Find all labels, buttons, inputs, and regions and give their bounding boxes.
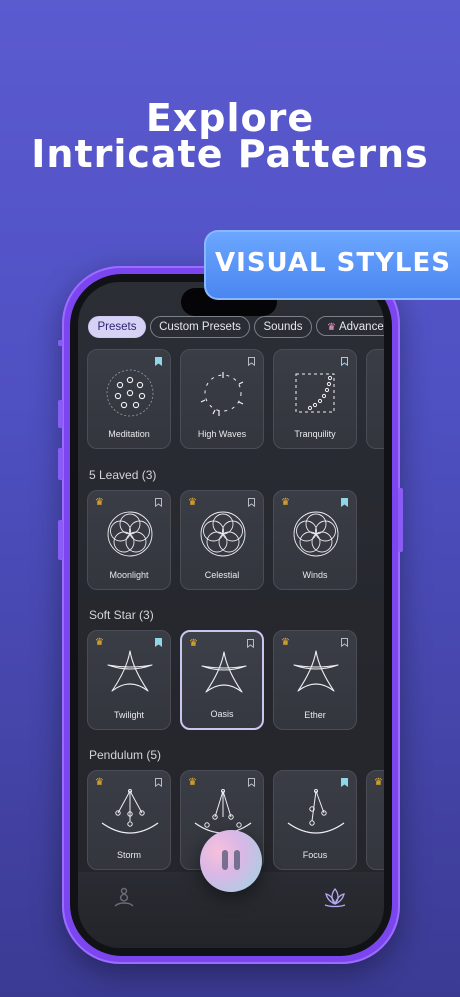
tab-bar: Presets Custom Presets Sounds ♛ Advance [86, 316, 384, 338]
card-label: Focus [302, 850, 328, 860]
bookmark-outline-icon[interactable] [341, 638, 348, 647]
headline-line-2: Intricate Patterns [31, 132, 429, 176]
star-icon [201, 651, 247, 693]
power-button [398, 488, 403, 552]
card-label: Moonlight [109, 570, 149, 580]
star-icon [107, 650, 153, 692]
bookmark-outline-icon[interactable] [248, 778, 255, 787]
preset-card-storm[interactable]: ♛ Storm [87, 770, 171, 870]
bookmark-filled-icon[interactable] [341, 778, 348, 787]
bookmark-filled-icon[interactable] [155, 357, 162, 366]
card-label: Winds [302, 570, 328, 580]
preset-card-oasis[interactable]: ♛ Oasis [180, 630, 264, 730]
pause-icon [222, 850, 228, 870]
section-title-pendulum: Pendulum (5) [89, 748, 162, 762]
card-label: Ether [304, 710, 326, 720]
preset-card-twilight[interactable]: ♛ Twilight [87, 630, 171, 730]
tab-custom-presets[interactable]: Custom Presets [150, 316, 250, 338]
card-label: Meditation [108, 429, 150, 439]
pause-button[interactable] [200, 830, 262, 892]
section-title-soft-star: Soft Star (3) [89, 608, 154, 622]
tab-presets[interactable]: Presets [88, 316, 146, 338]
preset-card-high-waves[interactable]: High Waves [180, 349, 264, 449]
flower-of-life-icon [293, 511, 339, 557]
flower-of-life-icon [200, 511, 246, 557]
card-label: Celestial [204, 570, 240, 580]
card-label: Oasis [210, 709, 234, 719]
bookmark-filled-icon[interactable] [155, 638, 162, 647]
meditation-icon[interactable] [112, 886, 136, 910]
section-title-5-leaved: 5 Leaved (3) [89, 468, 157, 482]
bookmark-outline-icon[interactable] [248, 498, 255, 507]
preset-card-tranquility[interactable]: Tranquility [273, 349, 357, 449]
preset-card-ether[interactable]: ♛ Ether [273, 630, 357, 730]
bookmark-outline-icon[interactable] [341, 357, 348, 366]
preset-card-winds[interactable]: ♛ Winds [273, 490, 357, 590]
preset-card-focus[interactable]: Focus [273, 770, 357, 870]
phone-side-button [58, 340, 63, 346]
preset-card-partial[interactable] [366, 349, 384, 449]
preset-card-moonlight[interactable]: ♛ Moonlight [87, 490, 171, 590]
bookmark-outline-icon[interactable] [247, 639, 254, 648]
lotus-icon[interactable] [322, 886, 348, 910]
badge-label: VISUAL STYLES [215, 248, 451, 278]
bookmark-outline-icon[interactable] [248, 357, 255, 366]
crown-icon: ♛ [374, 777, 383, 788]
mute-switch [58, 520, 63, 560]
wave-ring-icon [200, 372, 244, 416]
pendulum-icon [101, 789, 159, 834]
bookmark-outline-icon[interactable] [155, 778, 162, 787]
preset-card-meditation[interactable]: Meditation [87, 349, 171, 449]
app-screen: Presets Custom Presets Sounds ♛ Advance M… [78, 282, 384, 948]
volume-down-button [58, 448, 63, 480]
tab-advance-label: Advance [338, 321, 384, 333]
tab-advance[interactable]: ♛ Advance [316, 316, 384, 336]
pendulum-icon [287, 789, 345, 834]
card-label: Storm [116, 850, 141, 860]
star-icon [293, 650, 339, 692]
visual-styles-badge: VISUAL STYLES [204, 230, 460, 300]
card-label: High Waves [197, 429, 247, 439]
card-label: Tranquility [294, 429, 336, 439]
preset-card-celestial[interactable]: ♛ Celestial [180, 490, 264, 590]
volume-up-button [58, 400, 63, 428]
bookmark-outline-icon[interactable] [155, 498, 162, 507]
tab-sounds[interactable]: Sounds [254, 316, 312, 338]
crown-icon: ♛ [327, 322, 336, 333]
square-path-icon [295, 373, 335, 413]
card-label: Twilight [113, 710, 144, 720]
bookmark-filled-icon[interactable] [341, 498, 348, 507]
preset-card-partial[interactable]: ♛ [366, 770, 384, 870]
dots-ring-icon [106, 369, 154, 417]
flower-of-life-icon [107, 511, 153, 557]
